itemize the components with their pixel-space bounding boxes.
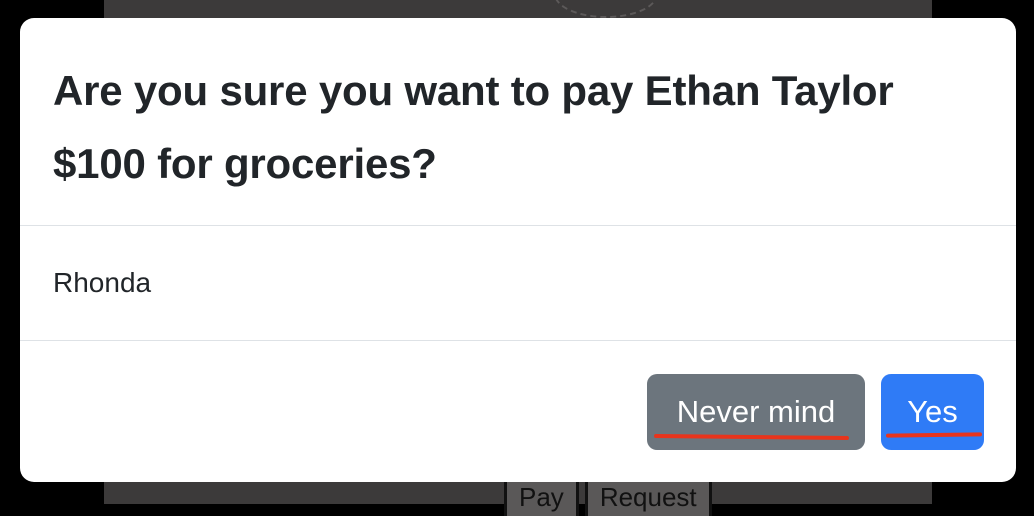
pay-button: Pay (504, 478, 579, 516)
dialog-body: Rhonda (20, 226, 1016, 341)
request-button: Request (584, 478, 712, 516)
never-mind-button[interactable]: Never mind (647, 374, 865, 450)
confirm-payment-dialog: Are you sure you want to pay Ethan Taylo… (20, 18, 1016, 482)
yes-button[interactable]: Yes (881, 374, 984, 450)
dialog-header: Are you sure you want to pay Ethan Taylo… (20, 18, 1016, 226)
never-mind-label: Never mind (676, 394, 836, 429)
yes-label: Yes (907, 394, 958, 429)
logo-icon (554, 0, 658, 18)
background-action-buttons: Pay Request (504, 478, 712, 516)
dialog-title: Are you sure you want to pay Ethan Taylo… (53, 67, 894, 187)
annotation-underline (653, 433, 850, 441)
annotation-underline (885, 432, 983, 438)
dialog-footer: Never mind Yes (20, 341, 1016, 482)
dialog-body-text: Rhonda (53, 267, 152, 298)
